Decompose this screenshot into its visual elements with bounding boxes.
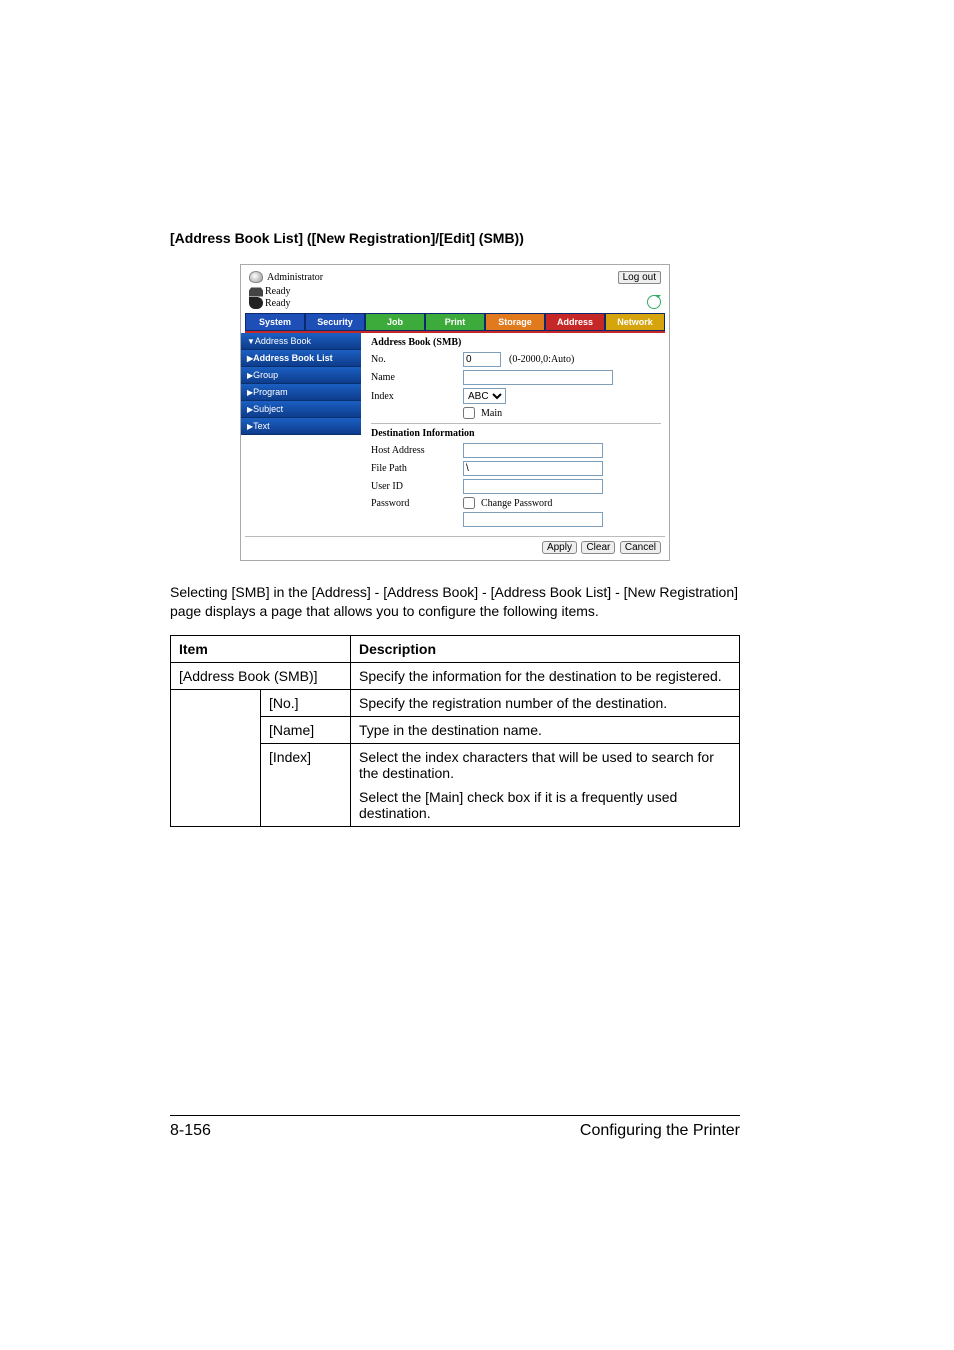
- path-label: File Path: [371, 463, 457, 474]
- host-label: Host Address: [371, 445, 457, 456]
- cell-item: [No.]: [261, 689, 351, 716]
- tab-network[interactable]: Network: [605, 313, 665, 331]
- toner-icon: [249, 297, 263, 309]
- printer-icon: [249, 287, 263, 297]
- user-id-input[interactable]: [463, 479, 603, 494]
- main-checkbox[interactable]: [463, 407, 475, 419]
- apply-button[interactable]: Apply: [542, 541, 577, 554]
- no-hint: (0-2000,0:Auto): [509, 354, 574, 365]
- change-password-label: Change Password: [481, 498, 552, 509]
- cell-desc-line: Select the index characters that will be…: [359, 749, 731, 781]
- password-label: Password: [371, 498, 457, 509]
- path-input[interactable]: [463, 461, 603, 476]
- screenshot: Administrator Log out Ready Ready System…: [240, 264, 670, 561]
- cell-desc: Select the index characters that will be…: [351, 743, 740, 826]
- dest-heading: Destination Information: [371, 428, 661, 439]
- index-select[interactable]: ABC: [463, 388, 506, 404]
- cell-item: [Name]: [261, 716, 351, 743]
- main-label: Main: [481, 408, 502, 419]
- tab-storage[interactable]: Storage: [485, 313, 545, 331]
- user-id-label: User ID: [371, 481, 457, 492]
- cell-desc: Specify the information for the destinat…: [351, 662, 740, 689]
- cancel-button[interactable]: Cancel: [620, 541, 661, 554]
- sidebar-item-text[interactable]: Text: [241, 418, 361, 435]
- cell-desc-line: Select the [Main] check box if it is a f…: [359, 789, 731, 821]
- status-toner: Ready: [265, 298, 291, 309]
- table-row: [No.] Specify the registration number of…: [171, 689, 740, 716]
- header-item: Item: [171, 635, 351, 662]
- cell-item: [Index]: [261, 743, 351, 826]
- cell-desc: Type in the destination name.: [351, 716, 740, 743]
- tab-system[interactable]: System: [245, 313, 305, 331]
- clear-button[interactable]: Clear: [581, 541, 615, 554]
- cell-empty: [171, 689, 261, 826]
- name-input[interactable]: [463, 370, 613, 385]
- cell-desc: Specify the registration number of the d…: [351, 689, 740, 716]
- sidebar-item-subject[interactable]: Subject: [241, 401, 361, 418]
- password-input[interactable]: [463, 512, 603, 527]
- refresh-icon[interactable]: [647, 295, 661, 309]
- sidebar-item-address-book-list[interactable]: Address Book List: [241, 350, 361, 367]
- status-printer: Ready: [265, 286, 291, 297]
- header-description: Description: [351, 635, 740, 662]
- tab-job[interactable]: Job: [365, 313, 425, 331]
- table-header-row: Item Description: [171, 635, 740, 662]
- cell-item: [Address Book (SMB)]: [171, 662, 351, 689]
- tab-address[interactable]: Address: [545, 313, 605, 331]
- tab-security[interactable]: Security: [305, 313, 365, 331]
- tab-print[interactable]: Print: [425, 313, 485, 331]
- table-row: [Address Book (SMB)] Specify the informa…: [171, 662, 740, 689]
- description-table: Item Description [Address Book (SMB)] Sp…: [170, 635, 740, 827]
- name-label: Name: [371, 372, 457, 383]
- sidebar-item-program[interactable]: Program: [241, 384, 361, 401]
- chapter-title: Configuring the Printer: [580, 1122, 740, 1140]
- sidebar-item-address-book[interactable]: Address Book: [241, 333, 361, 350]
- user-label: Administrator: [267, 272, 323, 283]
- no-input[interactable]: [463, 352, 501, 367]
- page-footer: 8-156 Configuring the Printer: [170, 1115, 740, 1140]
- change-password-checkbox[interactable]: [463, 497, 475, 509]
- page-number: 8-156: [170, 1122, 211, 1140]
- no-label: No.: [371, 354, 457, 365]
- sidebar-item-group[interactable]: Group: [241, 367, 361, 384]
- logout-button[interactable]: Log out: [618, 271, 661, 284]
- intro-paragraph: Selecting [SMB] in the [Address] - [Addr…: [170, 583, 740, 621]
- section-title: [Address Book List] ([New Registration]/…: [170, 230, 740, 246]
- host-input[interactable]: [463, 443, 603, 458]
- form-heading: Address Book (SMB): [371, 337, 661, 348]
- index-label: Index: [371, 391, 457, 402]
- user-icon: [249, 271, 263, 283]
